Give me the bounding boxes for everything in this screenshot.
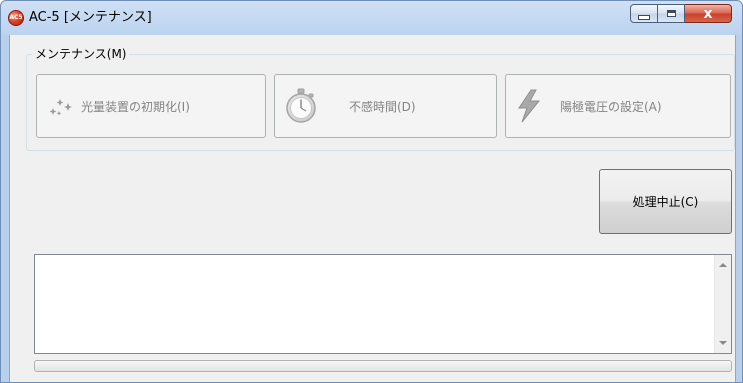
app-logo-text: AC5 (9, 14, 23, 21)
close-button[interactable]: x (685, 4, 732, 23)
stop-processing-button[interactable]: 処理中止(C) (599, 169, 732, 234)
scroll-up-arrow-icon[interactable] (719, 263, 727, 267)
log-scrollbar[interactable] (714, 255, 731, 353)
scroll-down-arrow-icon[interactable] (719, 341, 727, 345)
dead-time-button[interactable]: 不感時間(D) (274, 74, 497, 138)
app-window: AC5 AC-5 [メンテナンス] x メンテナンス(M) 光量装置の初期化(I… (0, 0, 743, 383)
stopwatch-icon (286, 88, 316, 123)
initialize-light-device-label: 光量装置の初期化(I) (81, 100, 190, 114)
stop-processing-label: 処理中止(C) (632, 195, 699, 209)
window-title: AC-5 [メンテナンス] (29, 10, 152, 25)
log-textbox[interactable] (34, 254, 732, 354)
client-area: メンテナンス(M) 光量装置の初期化(I) 不感時間(D) 陽極電圧の設定(A)… (9, 35, 736, 382)
lightning-bolt-icon (518, 89, 541, 123)
anode-voltage-setting-label: 陽極電圧の設定(A) (560, 100, 662, 114)
app-logo-icon[interactable]: AC5 (8, 10, 24, 26)
progress-bar (34, 360, 732, 372)
minimize-button[interactable] (630, 4, 658, 23)
maximize-icon (666, 10, 676, 17)
title-bar[interactable]: AC5 AC-5 [メンテナンス] x (1, 1, 742, 35)
sparkle-icon (49, 99, 72, 116)
dead-time-label: 不感時間(D) (349, 100, 416, 114)
initialize-light-device-button[interactable]: 光量装置の初期化(I) (36, 74, 266, 138)
anode-voltage-setting-button[interactable]: 陽極電圧の設定(A) (505, 74, 731, 138)
minimize-icon (638, 14, 650, 20)
caption-buttons: x (630, 4, 732, 23)
maintenance-group-label: メンテナンス(M) (32, 47, 130, 61)
maximize-button[interactable] (658, 4, 685, 23)
close-icon: x (703, 5, 713, 22)
